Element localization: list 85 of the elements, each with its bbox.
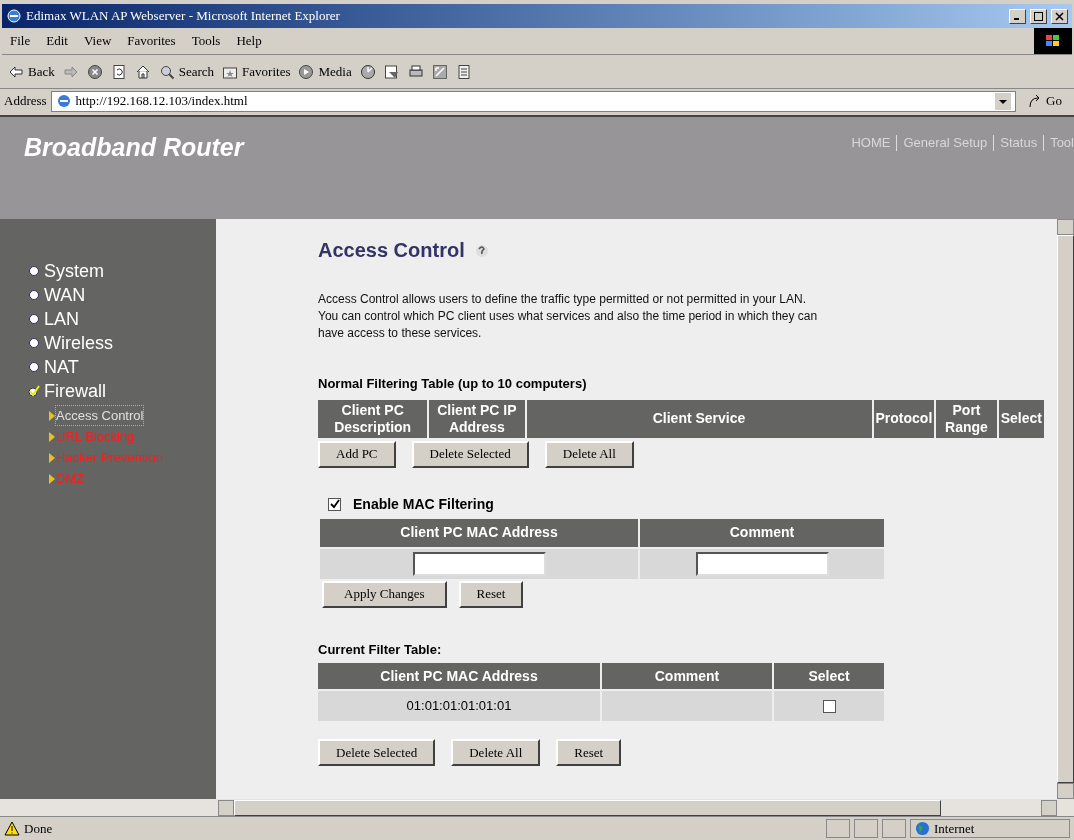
refresh-icon xyxy=(110,63,127,80)
minimize-button[interactable] xyxy=(1009,8,1026,24)
action-button[interactable]: Delete All xyxy=(451,739,541,766)
page-title: Access Control xyxy=(318,238,465,263)
column-header: Client PC Description xyxy=(318,399,428,438)
toolbar-button[interactable] xyxy=(134,63,151,80)
maximize-icon xyxy=(1034,11,1043,21)
sidebar-item[interactable]: Wireless xyxy=(28,331,216,355)
row-checkbox[interactable] xyxy=(822,700,836,714)
arrow-icon xyxy=(49,473,55,484)
warning-icon xyxy=(4,821,20,836)
print-icon xyxy=(407,63,424,80)
toolbar-button[interactable] xyxy=(86,63,103,80)
globe-icon xyxy=(915,821,930,836)
toolbar-button[interactable] xyxy=(359,63,376,80)
toolbar-button[interactable]: Favorites xyxy=(222,61,291,82)
sidebar-item[interactable]: Firewall xyxy=(28,379,216,403)
column-header: Protocol xyxy=(873,399,935,438)
search-icon xyxy=(158,63,175,80)
text-input[interactable] xyxy=(695,551,829,576)
action-button[interactable]: Reset xyxy=(556,739,622,766)
description: Access Control allows users to define the traffic type permitted or not permitted in your LAN. You can control which PC client uses what services and also the time period in which they can have access to these services. xyxy=(318,291,819,342)
router-title: Broadband Router xyxy=(24,132,246,163)
column-header: Comment xyxy=(640,518,884,547)
status-text: Done xyxy=(24,819,54,838)
section-title: Normal Filtering Table (up to 10 computers) xyxy=(318,375,588,393)
menu-item[interactable]: Tools xyxy=(191,31,221,51)
zone-text: Internet xyxy=(934,819,975,838)
close-icon xyxy=(1055,11,1064,21)
arrow-icon xyxy=(49,452,55,463)
status-pane xyxy=(882,819,906,838)
column-header: Port Range xyxy=(936,399,997,438)
status-pane xyxy=(826,819,850,838)
action-button[interactable]: Add PC xyxy=(318,440,396,468)
column-header: Select xyxy=(774,663,884,689)
action-button[interactable]: Delete Selected xyxy=(318,739,436,766)
arrow-icon xyxy=(49,431,55,442)
media-icon xyxy=(298,63,315,80)
column-header: Comment xyxy=(602,663,772,689)
minimize-icon xyxy=(1013,18,1022,20)
horizontal-scrollbar[interactable] xyxy=(0,799,1057,816)
windows-logo-icon xyxy=(1034,28,1072,54)
stop-icon xyxy=(86,63,103,80)
section-title: Current Filter Table: xyxy=(318,640,443,659)
table-cell: 01:01:01:01:01:01 xyxy=(318,691,600,721)
column-header: Select xyxy=(998,399,1044,438)
menu-item[interactable]: Help xyxy=(236,31,262,51)
status-pane xyxy=(854,819,878,838)
column-header: Client Service xyxy=(526,399,872,438)
history-icon xyxy=(359,63,376,80)
sidebar-item[interactable]: LAN xyxy=(28,307,216,331)
dropdown-icon[interactable] xyxy=(995,92,1012,110)
text-input[interactable] xyxy=(412,551,546,576)
home-icon xyxy=(134,63,151,80)
page-icon xyxy=(55,93,72,109)
action-button[interactable]: Apply Changes xyxy=(322,580,447,608)
menu-item[interactable]: Edit xyxy=(46,31,68,51)
checkbox[interactable] xyxy=(328,497,341,511)
address-label: Address xyxy=(4,92,47,111)
sidebar-item[interactable]: System xyxy=(28,259,216,283)
toolbar-button[interactable]: Back xyxy=(8,61,55,82)
toolbar-button[interactable]: Search xyxy=(158,61,215,82)
menu-item[interactable]: File xyxy=(10,31,31,51)
toolbar-button[interactable]: Media xyxy=(298,61,352,82)
checkbox-label: Enable MAC Filtering xyxy=(353,494,494,514)
arrow-icon xyxy=(49,410,55,421)
maximize-button[interactable] xyxy=(1030,8,1047,24)
toolbar-button[interactable] xyxy=(407,63,424,80)
action-button[interactable]: Delete Selected xyxy=(411,440,529,468)
sidebar-item[interactable]: WAN xyxy=(28,283,216,307)
column-header: Client PC IP Address xyxy=(429,399,525,438)
vertical-scrollbar[interactable] xyxy=(1057,219,1074,816)
browser-logo-icon xyxy=(6,8,22,24)
menu-item[interactable]: View xyxy=(83,31,112,51)
close-button[interactable] xyxy=(1051,8,1068,24)
window-title: Edimax WLAN AP Webserver - Microsoft Internet Explorer xyxy=(26,7,341,26)
go-button[interactable]: Go xyxy=(1020,91,1070,111)
action-button[interactable]: Reset xyxy=(458,580,524,608)
address-field[interactable]: http://192.168.12.103/index.html xyxy=(50,90,1017,112)
menu-item[interactable]: Favorites xyxy=(127,31,176,51)
column-header: Client PC MAC Address xyxy=(318,663,600,689)
toolbar-button[interactable] xyxy=(110,63,127,80)
column-header: Client PC MAC Address xyxy=(320,518,638,547)
sidebar-item[interactable]: NAT xyxy=(28,355,216,379)
action-button[interactable]: Delete All xyxy=(544,440,634,468)
